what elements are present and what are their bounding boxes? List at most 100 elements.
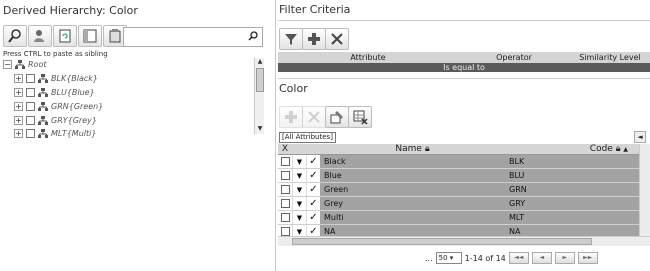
tree-root-label: Root xyxy=(28,60,47,69)
next-page-button[interactable]: ► xyxy=(554,252,575,264)
attribute-filter-select[interactable]: [All Attributes] xyxy=(279,132,336,143)
cell-name[interactable]: Grey xyxy=(320,199,505,208)
pin-icon xyxy=(8,29,21,43)
expand-icon[interactable]: + xyxy=(14,74,23,83)
divider xyxy=(278,78,650,79)
tree-item-checkbox[interactable] xyxy=(26,116,35,125)
chevron-down-icon[interactable]: ▼ xyxy=(292,197,306,210)
cell-name[interactable]: NA xyxy=(320,227,505,236)
table-row[interactable]: ▼ ✓ Grey GRY xyxy=(278,197,650,211)
page-size-value: 50 xyxy=(438,254,448,262)
table-row[interactable]: ▼ ✓ Black BLK xyxy=(278,155,650,169)
tree-item[interactable]: + GRY{Grey} xyxy=(14,114,97,127)
collapse-icon[interactable]: − xyxy=(3,60,12,69)
tree-scrollbar[interactable]: ▲ ▼ xyxy=(254,58,264,134)
hierarchy-search-input[interactable] xyxy=(123,27,263,47)
pane-divider[interactable] xyxy=(275,0,276,271)
hierarchy-icon xyxy=(15,60,25,69)
add-member-button[interactable] xyxy=(279,106,303,128)
grid-vertical-scrollbar[interactable] xyxy=(639,144,650,236)
tree-item[interactable]: + MLT{Multi} xyxy=(14,127,96,140)
row-checkbox[interactable] xyxy=(280,227,290,236)
remove-criteria-button[interactable] xyxy=(325,28,349,50)
search-icon xyxy=(248,31,258,43)
column-header-attribute: Attribute xyxy=(350,53,386,62)
criteria-table: Attribute Operator Similarity Level Is e… xyxy=(278,52,650,72)
page-size-select[interactable]: 50 ▾ xyxy=(435,252,462,264)
plus-icon xyxy=(308,33,320,45)
pin-button[interactable] xyxy=(3,25,27,47)
cell-name[interactable]: Green xyxy=(320,185,505,194)
cell-code[interactable]: MLT xyxy=(505,213,650,222)
cell-code[interactable]: BLU xyxy=(505,171,650,180)
column-header-x[interactable]: X xyxy=(278,144,292,154)
row-checkbox[interactable] xyxy=(280,157,290,166)
table-delete-icon xyxy=(353,110,368,125)
lock-icon: 🔒︎ xyxy=(424,144,430,154)
delete-member-button[interactable] xyxy=(302,106,326,128)
criteria-row[interactable]: Is equal to xyxy=(278,63,650,72)
tree-item[interactable]: + BLK{Black} xyxy=(14,72,98,85)
row-checkbox[interactable] xyxy=(280,199,290,208)
cell-code[interactable]: NA xyxy=(505,227,650,236)
user-search-icon xyxy=(34,30,44,42)
chevron-down-icon[interactable]: ▼ xyxy=(292,169,306,182)
cell-code[interactable]: BLK xyxy=(505,157,650,166)
scroll-up-icon[interactable]: ▲ xyxy=(255,58,265,67)
cell-code[interactable]: GRY xyxy=(505,199,650,208)
chevron-left-icon[interactable]: ◄ xyxy=(634,131,646,143)
criteria-header: Attribute Operator Similarity Level xyxy=(278,52,650,63)
scroll-thumb[interactable] xyxy=(256,68,264,92)
lock-icon: 🔒︎ xyxy=(615,144,621,154)
user-search-button[interactable] xyxy=(28,25,52,47)
cell-name[interactable]: Black xyxy=(320,157,505,166)
close-icon xyxy=(308,111,320,123)
filter-button[interactable] xyxy=(279,28,303,50)
cell-name[interactable]: Multi xyxy=(320,213,505,222)
panel-button[interactable] xyxy=(78,25,102,47)
table-row[interactable]: ▼ ✓ Green GRN xyxy=(278,183,650,197)
table-row[interactable]: ▼ ✓ Blue BLU xyxy=(278,169,650,183)
cell-code[interactable]: GRN xyxy=(505,185,650,194)
row-checkbox[interactable] xyxy=(280,185,290,194)
pager: ... 50 ▾ 1-14 of 14 ◄◄ ◄ ► ►► xyxy=(425,252,598,264)
edit-member-button[interactable] xyxy=(325,106,349,128)
expand-icon[interactable]: + xyxy=(14,116,23,125)
tree-root[interactable]: − Root xyxy=(3,58,46,71)
export-member-button[interactable] xyxy=(348,106,372,128)
row-checkbox[interactable] xyxy=(280,213,290,222)
scroll-thumb[interactable] xyxy=(292,238,592,245)
tree-item-checkbox[interactable] xyxy=(26,102,35,111)
chevron-down-icon[interactable]: ▼ xyxy=(292,211,306,224)
column-header-code[interactable]: Code 🔒︎ ▲ xyxy=(505,144,650,154)
tree-item-label: MLT{Multi} xyxy=(51,129,97,138)
tree-item-checkbox[interactable] xyxy=(26,74,35,83)
tree-item-label: GRN{Green} xyxy=(51,102,104,111)
table-row[interactable]: ▼ ✓ Multi MLT xyxy=(278,211,650,225)
left-pane: Derived Hierarchy: Color Press CTRL to p… xyxy=(0,0,275,271)
add-criteria-button[interactable] xyxy=(302,28,326,50)
tree-item[interactable]: + BLU{Blue} xyxy=(14,86,95,99)
valid-check-icon: ✓ xyxy=(306,197,320,210)
column-header-code-label: Code xyxy=(589,144,613,154)
chevron-down-icon[interactable]: ▼ xyxy=(292,155,306,168)
last-page-button[interactable]: ►► xyxy=(577,252,598,264)
expand-icon[interactable]: + xyxy=(14,102,23,111)
expand-icon[interactable]: + xyxy=(14,129,23,138)
first-page-button[interactable]: ◄◄ xyxy=(508,252,529,264)
tree-item-checkbox[interactable] xyxy=(26,88,35,97)
grid-horizontal-scrollbar[interactable] xyxy=(278,236,650,246)
prev-page-button[interactable]: ◄ xyxy=(531,252,552,264)
tree-item-checkbox[interactable] xyxy=(26,129,35,138)
cell-name[interactable]: Blue xyxy=(320,171,505,180)
chevron-down-icon[interactable]: ▼ xyxy=(292,183,306,196)
criteria-operator[interactable]: Is equal to xyxy=(443,63,485,72)
tree-item[interactable]: + GRN{Green} xyxy=(14,100,103,113)
refresh-doc-button[interactable] xyxy=(53,25,77,47)
clipboard-icon xyxy=(109,29,121,43)
scroll-down-icon[interactable]: ▼ xyxy=(255,125,265,134)
row-checkbox[interactable] xyxy=(280,171,290,180)
expand-icon[interactable]: + xyxy=(14,88,23,97)
column-header-name[interactable]: Name 🔒︎ xyxy=(320,144,505,154)
valid-check-icon: ✓ xyxy=(306,211,320,224)
